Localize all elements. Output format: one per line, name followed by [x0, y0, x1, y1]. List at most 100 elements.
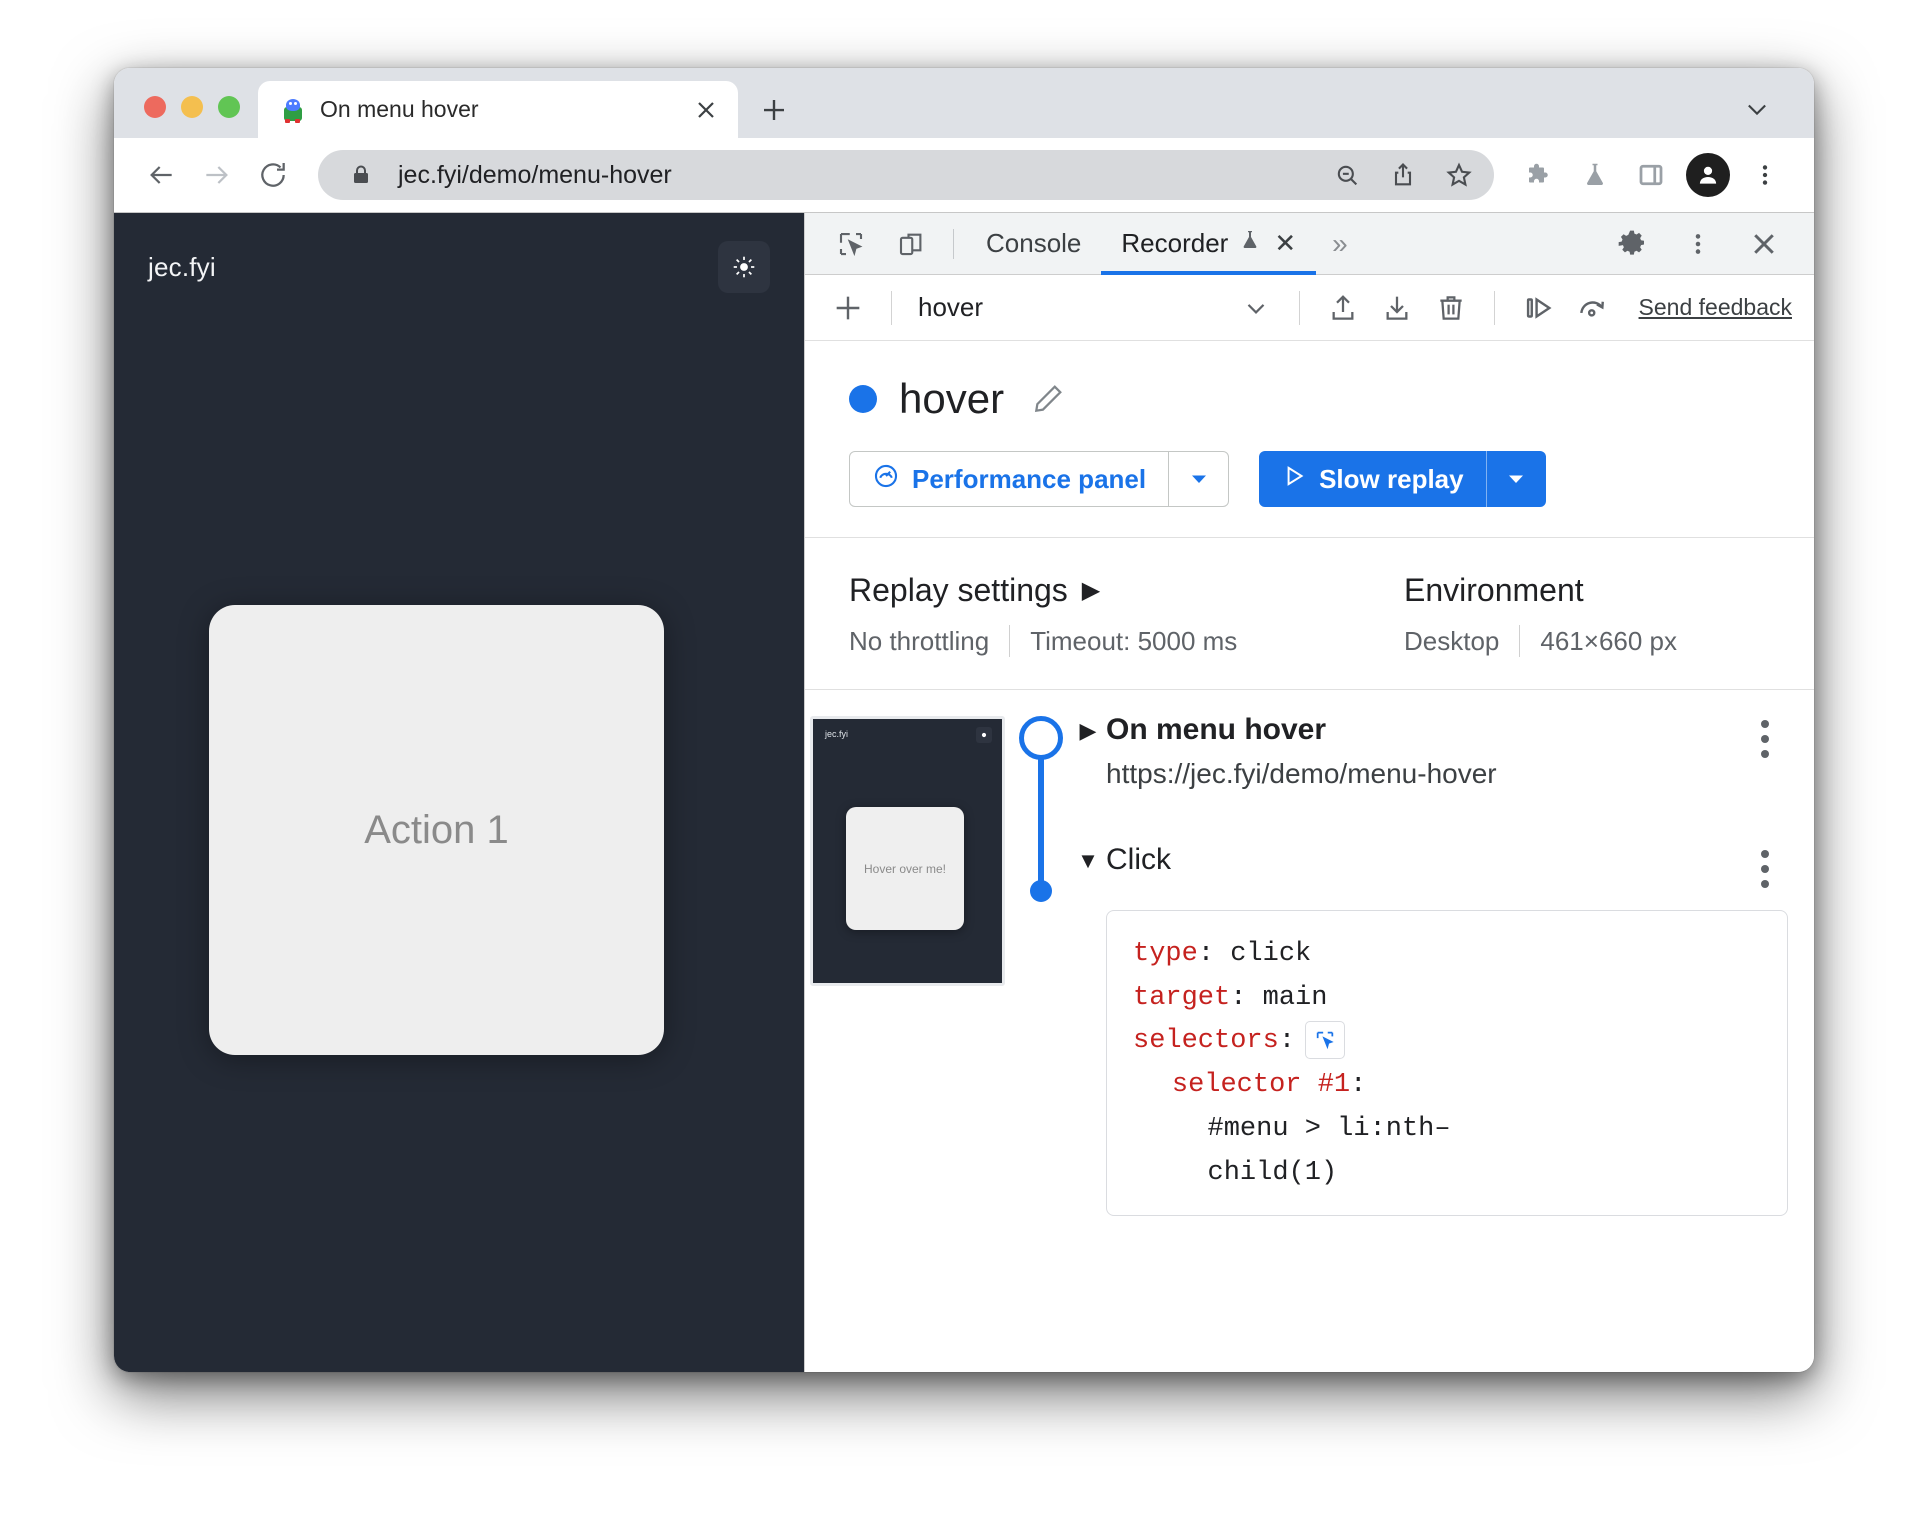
step-row-click[interactable]: ▼ Click — [1070, 842, 1788, 888]
tab-recorder-label: Recorder — [1121, 228, 1229, 258]
steps-timeline-rail — [1010, 712, 1070, 1372]
close-recorder-tab-icon[interactable]: ✕ — [1274, 228, 1296, 259]
environment-column: Environment Desktop 461×660 px — [1404, 572, 1677, 657]
address-bar-url: jec.fyi/demo/menu-hover — [398, 160, 672, 189]
browser-toolbar: jec.fyi/demo/menu-hover — [114, 138, 1814, 212]
labs-flask-icon[interactable] — [1570, 150, 1620, 200]
browser-tab[interactable]: On menu hover — [258, 81, 738, 138]
experimental-flask-icon — [1238, 227, 1262, 260]
step-more-options-kebab-icon[interactable] — [1742, 712, 1788, 758]
performance-panel-button[interactable]: Performance panel — [849, 451, 1230, 507]
reload-icon[interactable] — [248, 150, 298, 200]
share-icon[interactable] — [1384, 156, 1422, 194]
export-upload-icon[interactable] — [1318, 283, 1368, 333]
extensions-puzzle-icon[interactable] — [1514, 150, 1564, 200]
back-arrow-icon[interactable] — [136, 150, 186, 200]
toolbar-divider — [891, 290, 892, 325]
close-window-button[interactable] — [144, 96, 166, 118]
add-recording-plus-icon[interactable] — [823, 283, 873, 333]
code-value-type: : click — [1197, 939, 1312, 969]
code-key-selector1: selector #1 — [1171, 1070, 1351, 1101]
more-tabs-icon[interactable]: » — [1316, 213, 1364, 275]
code-line-target: target: main — [1133, 977, 1761, 1021]
page-brand: jec.fyi — [148, 251, 216, 282]
step-url: https://jec.fyi/demo/menu-hover — [1106, 758, 1497, 789]
recording-header: hover Performance panel Slow replay — [805, 341, 1814, 538]
thumbnail-card-label: Hover over me! — [846, 807, 964, 930]
step-spacer — [1070, 790, 1788, 842]
side-panel-icon[interactable] — [1626, 150, 1676, 200]
address-bar[interactable]: jec.fyi/demo/menu-hover — [318, 150, 1494, 200]
recording-selector-label[interactable]: hover — [918, 292, 983, 323]
tab-recorder[interactable]: Recorder ✕ — [1101, 213, 1316, 275]
import-download-icon[interactable] — [1372, 283, 1422, 333]
replay-settings-row: Replay settings ▶ No throttling Timeout:… — [805, 538, 1814, 690]
replay-settings-header[interactable]: Replay settings ▶ — [849, 572, 1404, 609]
tab-search-chevron-down-icon[interactable] — [1740, 92, 1774, 126]
slow-replay-button[interactable]: Slow replay — [1259, 451, 1546, 507]
step-collapse-caret-icon[interactable]: ▼ — [1070, 842, 1106, 874]
close-tab-icon[interactable] — [688, 92, 724, 128]
close-devtools-icon[interactable] — [1740, 221, 1788, 267]
code-value-target: : main — [1230, 982, 1328, 1013]
replay-settings-title: Replay settings — [849, 572, 1068, 608]
step-title: On menu hover — [1106, 713, 1327, 746]
element-picker-icon[interactable] — [1305, 1021, 1346, 1060]
edit-recording-pencil-icon[interactable] — [1030, 381, 1066, 417]
step-over-icon[interactable] — [1513, 283, 1563, 333]
page-header: jec.fyi — [114, 213, 804, 293]
devtools-more-options-kebab-icon[interactable] — [1674, 221, 1722, 267]
code-key-selectors: selectors — [1133, 1026, 1279, 1057]
environment-header: Environment — [1404, 572, 1677, 609]
recorder-toolbar: hover Send feedback — [805, 275, 1814, 341]
performance-panel-chevron-down-icon[interactable] — [1168, 452, 1228, 506]
recording-title-row: hover — [849, 375, 1814, 423]
minimize-window-button[interactable] — [181, 96, 203, 118]
step-more-options-kebab-icon[interactable] — [1742, 842, 1788, 888]
replay-speed-icon[interactable] — [1567, 283, 1617, 333]
profile-avatar[interactable] — [1686, 153, 1730, 197]
zoom-out-icon[interactable] — [1328, 156, 1366, 194]
theme-toggle-sun-icon[interactable] — [718, 241, 770, 293]
viewport-value: 461×660 px — [1540, 625, 1678, 656]
window-content: jec.fyi Action 1 Console Recorder ✕ » ho… — [114, 212, 1814, 1372]
maximize-window-button[interactable] — [218, 96, 240, 118]
tab-console[interactable]: Console — [966, 213, 1101, 275]
toolbar-divider — [1298, 290, 1300, 325]
devtools-panel: Console Recorder ✕ » hover Send feedback… — [804, 212, 1814, 1372]
performance-panel-main[interactable]: Performance panel — [850, 452, 1168, 506]
recording-selector-chevron-down-icon[interactable] — [1231, 283, 1281, 333]
step-expand-caret-icon[interactable]: ▶ — [1070, 712, 1106, 744]
forward-arrow-icon — [192, 150, 242, 200]
slow-replay-chevron-down-icon[interactable] — [1485, 451, 1546, 507]
new-tab-icon[interactable] — [756, 92, 792, 128]
toolbar-divider — [1493, 290, 1495, 325]
bookmark-star-icon[interactable] — [1440, 156, 1478, 194]
code-line-selector1: selector #1: — [1133, 1064, 1761, 1108]
toolbar-divider — [953, 228, 954, 259]
step-row-navigate[interactable]: ▶ On menu hover https://jec.fyi/demo/men… — [1070, 712, 1788, 790]
code-key-target: target — [1133, 982, 1231, 1013]
performance-gauge-icon — [872, 462, 900, 497]
settings-gear-icon[interactable] — [1608, 221, 1656, 267]
recording-status-dot — [849, 385, 877, 413]
step-details-panel: type: click target: main selectors: sele… — [1106, 910, 1788, 1217]
step-texts: Click — [1106, 842, 1742, 878]
performance-panel-label: Performance panel — [912, 463, 1147, 494]
code-line-selectors: selectors: — [1133, 1020, 1761, 1064]
inspect-element-icon[interactable] — [825, 221, 877, 267]
step-texts: On menu hover https://jec.fyi/demo/menu-… — [1106, 712, 1742, 790]
action-card[interactable]: Action 1 — [209, 605, 664, 1055]
chrome-menu-icon[interactable] — [1740, 150, 1790, 200]
device-toolbar-icon[interactable] — [885, 221, 937, 267]
slow-replay-label: Slow replay — [1319, 463, 1464, 494]
expand-caret-icon[interactable]: ▶ — [1082, 576, 1100, 605]
delete-recording-trash-icon[interactable] — [1426, 283, 1476, 333]
send-feedback-link[interactable]: Send feedback — [1639, 294, 1792, 321]
step-title: Click — [1106, 843, 1171, 876]
slow-replay-main[interactable]: Slow replay — [1259, 451, 1486, 507]
step-screenshot-thumbnail[interactable]: jec.fyi Hover over me! — [810, 716, 1005, 986]
value-divider — [1519, 625, 1521, 657]
browser-window: On menu hover jec.fyi/demo/menu-hover je… — [114, 68, 1814, 1372]
screenshot-root: On menu hover jec.fyi/demo/menu-hover je… — [0, 0, 1926, 1522]
